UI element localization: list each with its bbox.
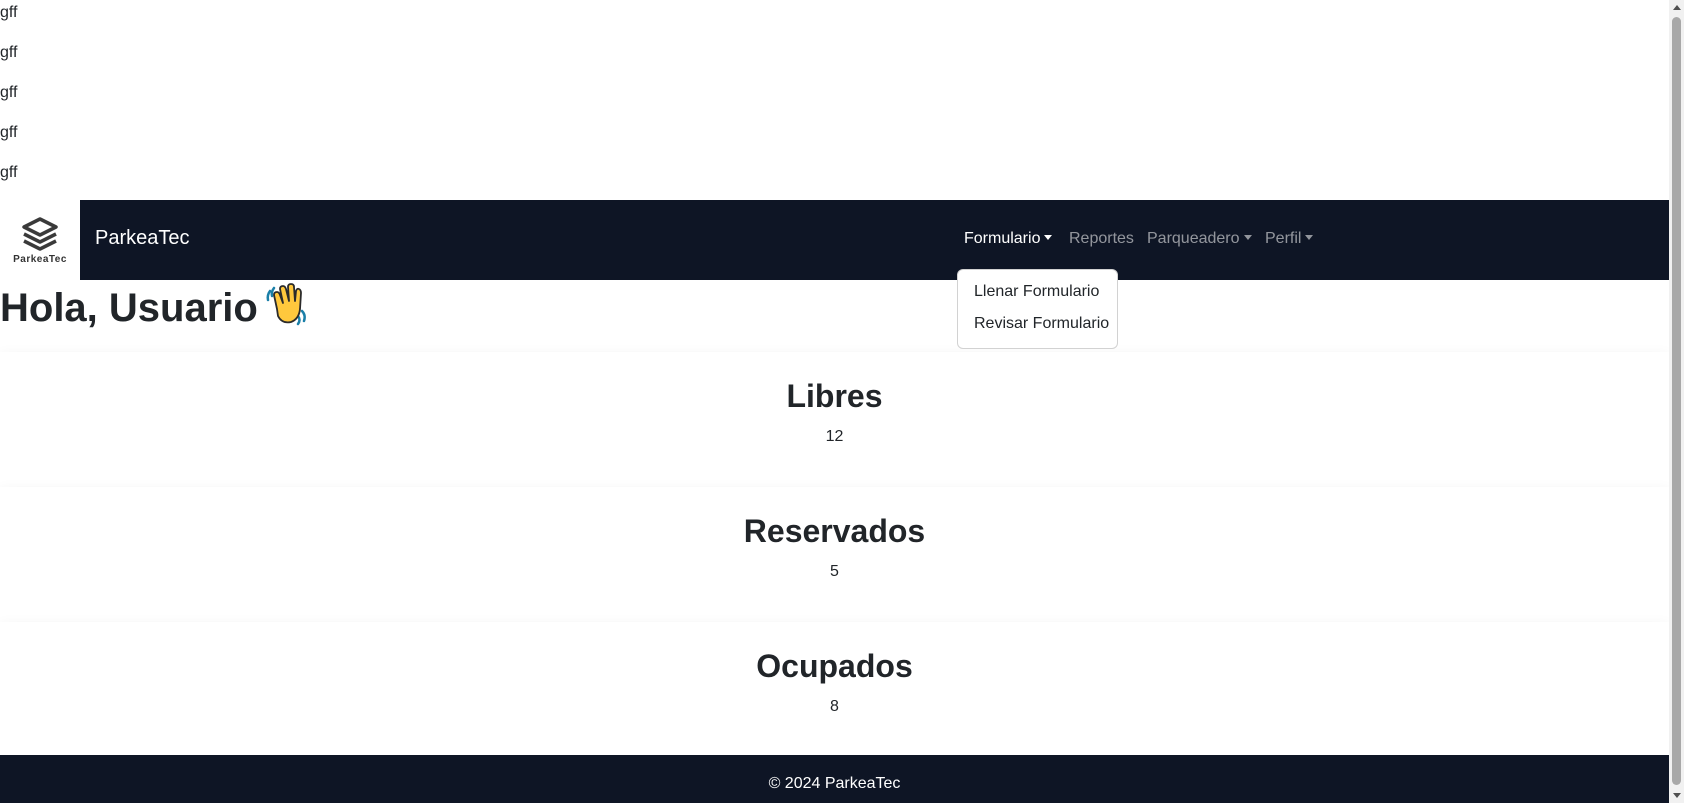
nav-item-parqueadero[interactable]: Parqueadero <box>1147 230 1252 248</box>
nav-item-formulario[interactable]: Formulario <box>964 230 1053 248</box>
nav-item-label: Parqueadero <box>1147 230 1240 247</box>
stat-card-ocupados: Ocupados 8 <box>0 622 1669 757</box>
greeting-text: Hola, Usuario <box>0 286 258 330</box>
text-line: gff <box>0 4 18 21</box>
footer: © 2024 ParkeaTec <box>0 755 1669 803</box>
text-line: gff <box>0 84 18 101</box>
scroll-down-arrow-icon[interactable] <box>1673 793 1681 798</box>
parking-logo-icon <box>22 217 58 251</box>
logo-text: ParkeaTec <box>13 254 67 265</box>
waving-hand-icon <box>266 283 306 326</box>
stat-card-libres: Libres 12 <box>0 352 1669 487</box>
brand-link[interactable]: ParkeaTec <box>95 227 190 250</box>
dropdown-item-revisar-formulario[interactable]: Revisar Formulario <box>974 315 1109 333</box>
scroll-up-arrow-icon[interactable] <box>1673 5 1681 10</box>
text-line: gff <box>0 44 18 61</box>
scrollbar-thumb[interactable] <box>1672 17 1681 785</box>
stat-title: Ocupados <box>756 648 913 684</box>
stat-value: 12 <box>825 428 844 445</box>
stat-card-reservados: Reservados 5 <box>0 487 1669 622</box>
caret-down-icon <box>1305 235 1314 240</box>
dropdown-item-llenar-formulario[interactable]: Llenar Formulario <box>974 283 1099 301</box>
stat-title: Reservados <box>743 513 926 549</box>
stat-value: 5 <box>830 563 839 580</box>
logo[interactable]: ParkeaTec <box>0 200 80 280</box>
nav-item-label: Formulario <box>964 230 1041 247</box>
page: gff gff gff gff gff ParkeaTec ParkeaTec … <box>0 0 1684 803</box>
caret-down-icon <box>1044 235 1053 240</box>
vertical-scrollbar[interactable] <box>1669 0 1684 803</box>
nav-item-reportes[interactable]: Reportes <box>1069 230 1134 248</box>
page-title: Hola, Usuario <box>0 281 310 333</box>
navbar: ParkeaTec ParkeaTec Formulario Reportes … <box>0 200 1669 280</box>
text-line: gff <box>0 164 18 181</box>
formulario-dropdown-menu: Llenar Formulario Revisar Formulario <box>957 269 1118 349</box>
stat-title: Libres <box>786 378 883 414</box>
footer-text: © 2024 ParkeaTec <box>768 775 901 792</box>
nav-item-label: Perfil <box>1265 230 1302 247</box>
nav-item-perfil[interactable]: Perfil <box>1265 230 1314 248</box>
stat-value: 8 <box>830 698 839 715</box>
nav-item-label: Reportes <box>1069 230 1134 247</box>
caret-down-icon <box>1243 235 1252 240</box>
main-content: gff gff gff gff gff ParkeaTec ParkeaTec … <box>0 0 1669 803</box>
text-line: gff <box>0 124 18 141</box>
